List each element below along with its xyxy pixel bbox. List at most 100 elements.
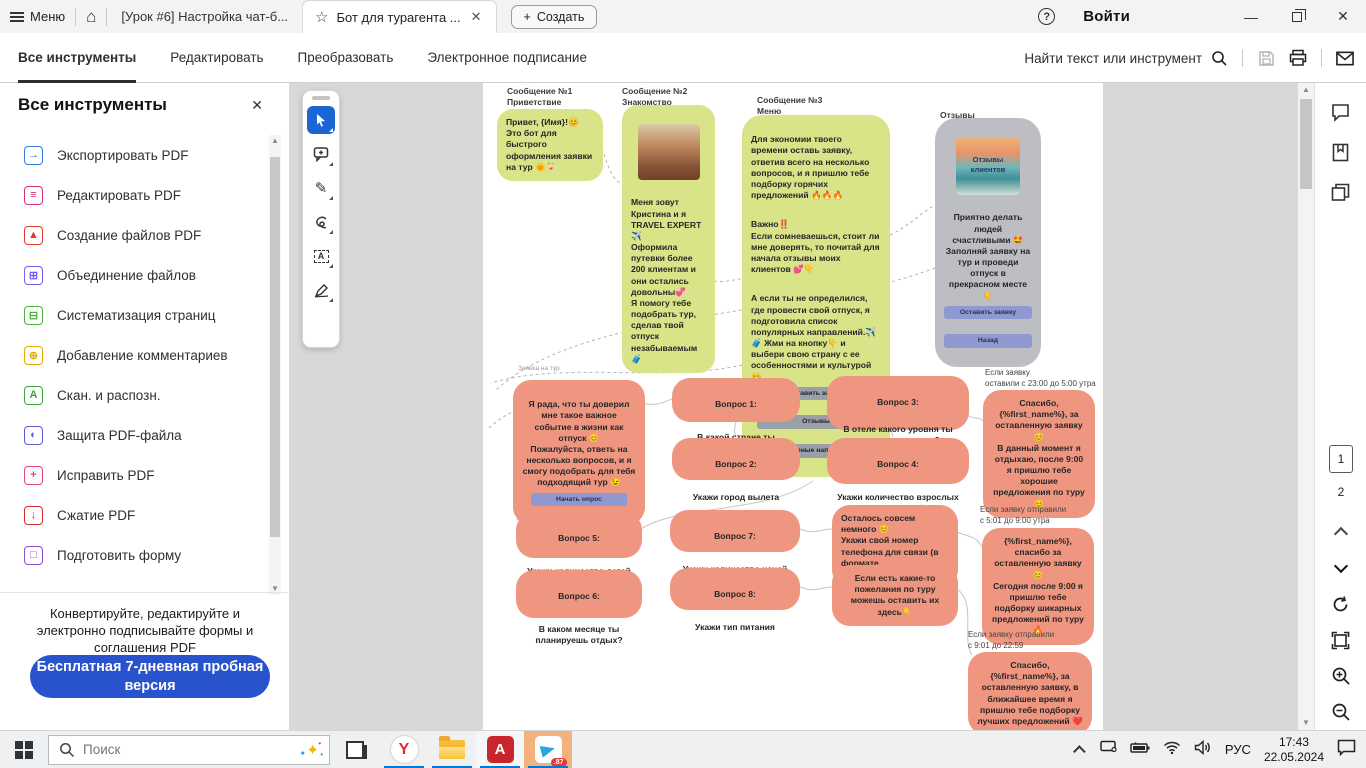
- create-label: Создать: [537, 10, 585, 24]
- sidebar-item-edit-pdf[interactable]: ≡ Редактировать PDF: [0, 175, 270, 215]
- item-label: Подготовить форму: [57, 548, 181, 563]
- menu-button[interactable]: Меню: [0, 0, 75, 33]
- scan-ocr-icon: A: [24, 386, 43, 405]
- language-indicator[interactable]: РУС: [1225, 742, 1251, 757]
- sidebar-item-create-pdf[interactable]: ▲Создание файлов PDF: [0, 215, 270, 255]
- telegram-icon: .87: [535, 736, 562, 763]
- page-thumbnails-icon[interactable]: [1330, 181, 1352, 203]
- scroll-up-icon[interactable]: ▲: [269, 135, 281, 147]
- bookmarks-panel-icon[interactable]: [1330, 141, 1352, 163]
- pdf-page[interactable]: Сообщение №1 Приветствие Привет, {Имя}!😊…: [483, 83, 1103, 730]
- find-tool-button[interactable]: Найти текст или инструмент: [1024, 49, 1228, 67]
- sidebar-item-compress-pdf[interactable]: ↓Сжатие PDF: [0, 495, 270, 535]
- tray-expand-icon[interactable]: [1073, 745, 1086, 758]
- sidebar-close-icon[interactable]: ✕: [251, 97, 263, 114]
- add-comment-tool-button[interactable]: [307, 140, 335, 168]
- taskbar-search-box[interactable]: ✦✦••: [48, 735, 330, 765]
- zoom-in-icon[interactable]: [1330, 665, 1352, 687]
- fill-sign-tool-button[interactable]: [307, 276, 335, 304]
- introduction-text: Меня зовут Кристина и я TRAVEL EXPERT✈️ …: [631, 197, 701, 363]
- reviews-leave-request-button[interactable]: Оставить заявку: [944, 306, 1032, 319]
- bubble-question-6: Вопрос 6: В каком месяце ты планируешь о…: [516, 570, 642, 618]
- help-icon[interactable]: ?: [1038, 8, 1055, 25]
- save-icon[interactable]: [1257, 49, 1275, 67]
- home-button[interactable]: ⌂: [76, 0, 106, 33]
- page-number-current[interactable]: 1: [1329, 445, 1353, 473]
- item-label: Сжатие PDF: [57, 508, 135, 523]
- document-scrollbar[interactable]: ▲ ▼: [1298, 83, 1314, 730]
- tab-current-document[interactable]: ☆ Бот для турагента ... ✕: [302, 0, 497, 33]
- scroll-down-icon[interactable]: ▼: [1298, 716, 1314, 730]
- fit-page-icon[interactable]: [1330, 629, 1352, 651]
- draw-tool-button[interactable]: [307, 208, 335, 236]
- create-button[interactable]: + Создать: [511, 5, 598, 29]
- tab-lesson[interactable]: [Урок #6] Настройка чат-б...: [107, 9, 302, 24]
- display-icon[interactable]: [1099, 740, 1117, 759]
- protect-pdf-icon: ◐: [24, 426, 43, 445]
- sidebar-item-scan-ocr[interactable]: AСкан. и распозн.: [0, 375, 270, 415]
- select-tool-button[interactable]: [307, 106, 335, 134]
- page-number-2[interactable]: 2: [1329, 485, 1353, 499]
- mail-icon[interactable]: [1336, 49, 1354, 67]
- login-button[interactable]: Войти: [1083, 8, 1130, 25]
- wifi-icon[interactable]: [1163, 740, 1181, 759]
- highlight-tool-button[interactable]: ✎: [307, 174, 335, 202]
- taskbar-clock[interactable]: 17:43 22.05.2024: [1264, 735, 1324, 765]
- sidebar-scrollbar[interactable]: ▲ ▼: [269, 135, 281, 595]
- sidebar-item-organize-pages[interactable]: ⊟Систематизация страниц: [0, 295, 270, 335]
- tab-all-tools[interactable]: Все инструменты: [18, 33, 136, 83]
- right-tools-panel: 1 2: [1314, 83, 1366, 730]
- volume-icon[interactable]: [1194, 740, 1212, 760]
- fix-pdf-icon: +: [24, 466, 43, 485]
- comments-panel-icon[interactable]: [1330, 101, 1352, 123]
- bubble-day-reply: Спасибо, {%first_name%}, за оставленную …: [968, 652, 1092, 735]
- bubble-night-reply: Спасибо, {%first_name%}, за оставленную …: [983, 390, 1095, 518]
- taskbar-app-telegram[interactable]: .87: [524, 731, 572, 768]
- close-window-button[interactable]: ✕: [1320, 0, 1366, 33]
- close-tab-icon[interactable]: ✕: [469, 9, 484, 25]
- sidebar-item-export-pdf[interactable]: →Экспортировать PDF: [0, 135, 270, 175]
- scrollbar-thumb[interactable]: [1300, 99, 1312, 189]
- bubble-question-3: Вопрос 3: В отеле какого уровня ты хочеш…: [827, 376, 969, 430]
- sidebar-item-add-comments[interactable]: ⊕Добавление комментариев: [0, 335, 270, 375]
- sidebar-item-prepare-form[interactable]: □Подготовить форму: [0, 535, 270, 575]
- tab-esign[interactable]: Электронное подписание: [427, 33, 587, 83]
- telegram-badge: .87: [551, 758, 567, 767]
- free-trial-button[interactable]: Бесплатная 7-дневная пробная версия: [30, 655, 270, 698]
- collapse-up-icon[interactable]: [1330, 523, 1352, 545]
- task-view-button[interactable]: [346, 741, 364, 759]
- minimize-button[interactable]: —: [1228, 0, 1274, 33]
- sidebar-item-fix-pdf[interactable]: +Исправить PDF: [0, 455, 270, 495]
- select-text-tool-button[interactable]: A: [307, 242, 335, 270]
- sidebar-item-protect-pdf[interactable]: ◐Защита PDF-файла: [0, 415, 270, 455]
- sidebar-item-partial[interactable]: ς: [0, 575, 270, 591]
- windows-taskbar: ✦✦•• Y A .87 РУС 17:43 22.05.2024: [0, 730, 1366, 768]
- scroll-up-icon[interactable]: ▲: [1298, 83, 1314, 97]
- item-label: Редактировать PDF: [57, 188, 181, 203]
- battery-icon[interactable]: [1130, 741, 1150, 759]
- taskbar-app-acrobat[interactable]: A: [476, 731, 524, 768]
- drag-handle[interactable]: [312, 96, 330, 100]
- notification-center-icon[interactable]: [1337, 739, 1356, 761]
- edit-pdf-icon: ≡: [24, 186, 43, 205]
- print-icon[interactable]: [1289, 49, 1307, 67]
- file-explorer-icon: [439, 740, 465, 759]
- start-button[interactable]: [15, 741, 33, 759]
- acrobat-icon: A: [487, 736, 514, 763]
- next-page-icon[interactable]: [1330, 555, 1352, 577]
- rotate-refresh-icon[interactable]: [1330, 593, 1352, 615]
- taskbar-app-yandex[interactable]: Y: [380, 731, 428, 768]
- tab-edit[interactable]: Редактировать: [170, 33, 263, 83]
- scrollbar-thumb[interactable]: [270, 157, 280, 537]
- tab-convert[interactable]: Преобразовать: [298, 33, 394, 83]
- star-icon[interactable]: ☆: [315, 8, 328, 26]
- sidebar-item-combine-files[interactable]: ⊞Объединение файлов: [0, 255, 270, 295]
- zoom-out-icon[interactable]: [1330, 701, 1352, 723]
- scroll-down-icon[interactable]: ▼: [269, 583, 281, 595]
- restore-button[interactable]: [1274, 0, 1320, 33]
- reviews-back-button[interactable]: Назад: [944, 334, 1032, 347]
- clock-time: 17:43: [1279, 735, 1309, 749]
- search-input[interactable]: [83, 742, 233, 757]
- start-survey-button[interactable]: Начать опрос: [531, 493, 627, 506]
- taskbar-app-explorer[interactable]: [428, 731, 476, 768]
